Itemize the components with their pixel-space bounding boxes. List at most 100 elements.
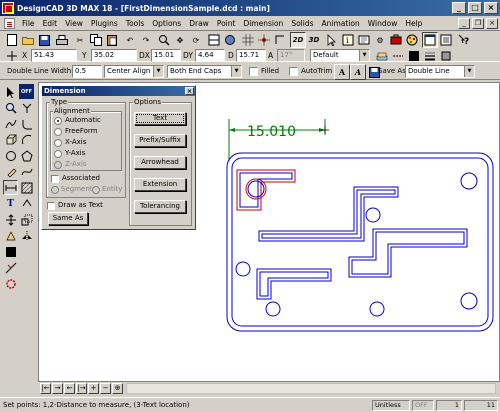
layer-icon[interactable]	[206, 32, 222, 48]
zoom-icon[interactable]	[156, 32, 172, 48]
dialog-title-bar[interactable]: Dimension ×	[42, 86, 195, 96]
gear-tool-icon[interactable]	[3, 276, 18, 291]
pan-icon[interactable]: ✥	[172, 32, 188, 48]
align-dropdown[interactable]: Center Align ▼	[104, 65, 164, 78]
mirror-tool-icon[interactable]	[19, 228, 34, 243]
last-view-button[interactable]: |→	[76, 383, 87, 394]
toolbox-icon[interactable]	[388, 32, 404, 48]
filled-checkbox[interactable]	[249, 67, 258, 76]
radio-y-axis[interactable]	[54, 150, 62, 158]
paste-icon[interactable]	[104, 32, 120, 48]
radio-x-axis[interactable]	[54, 139, 62, 147]
view-list-icon[interactable]	[438, 32, 454, 48]
print-icon[interactable]	[54, 32, 70, 48]
symbol-tool-icon[interactable]	[3, 260, 18, 275]
menu-help[interactable]: Help	[401, 19, 426, 28]
menu-edit[interactable]: Edit	[39, 19, 62, 28]
minimize-button[interactable]: _	[452, 2, 466, 14]
tolerancing-button[interactable]: Tolerancing	[134, 200, 186, 213]
doc-close-button[interactable]: ×	[486, 17, 498, 29]
save-as-dropdown[interactable]: Double Line ▼	[405, 65, 475, 78]
radio-entity[interactable]	[92, 186, 100, 194]
menu-point[interactable]: Point	[213, 19, 240, 28]
box-tool-icon[interactable]	[3, 132, 18, 147]
select-icon[interactable]	[324, 32, 340, 48]
associated-checkbox[interactable]	[51, 175, 59, 183]
radio-freeform[interactable]	[54, 128, 62, 136]
autotrim-checkbox[interactable]	[289, 67, 298, 76]
menu-view[interactable]: View	[61, 19, 87, 28]
fillet-tool-icon[interactable]	[19, 116, 34, 131]
snap-off-icon[interactable]: OFF	[19, 84, 34, 99]
menu-options[interactable]: Options	[148, 19, 185, 28]
ortho-icon[interactable]	[272, 32, 288, 48]
text-style-italic-a-icon[interactable]: A	[350, 64, 366, 80]
maximize-button[interactable]: □	[468, 2, 482, 14]
dimension-entity[interactable]: 15.010	[228, 119, 329, 161]
snap-icon[interactable]	[256, 32, 272, 48]
next-view-button[interactable]: →	[52, 383, 63, 394]
view-options-button[interactable]: ⊕	[112, 383, 123, 394]
save-icon[interactable]	[36, 32, 52, 48]
double-line-width-field[interactable]: 0.5	[72, 65, 102, 78]
chevron-down-icon[interactable]: ▼	[231, 66, 241, 77]
point-tool-icon[interactable]	[19, 100, 34, 115]
remove-view-button[interactable]: −	[100, 383, 111, 394]
app-icon[interactable]	[2, 2, 14, 14]
radio-z-axis[interactable]	[54, 161, 62, 169]
layer-manager-icon[interactable]	[374, 48, 390, 64]
arc-tool-icon[interactable]	[19, 132, 34, 147]
color-icon[interactable]	[406, 48, 422, 64]
open-folder-icon[interactable]	[20, 32, 36, 48]
properties-icon[interactable]	[356, 32, 372, 48]
view-2d-button[interactable]: 2D	[290, 32, 306, 48]
line-tool-icon[interactable]	[3, 116, 18, 131]
prev-view-button[interactable]: ←	[64, 383, 75, 394]
text-button[interactable]: Text	[134, 112, 186, 125]
shade-icon[interactable]	[222, 32, 238, 48]
d-field[interactable]: 15.71	[236, 49, 266, 62]
extension-button[interactable]: Extension	[134, 178, 186, 191]
fill-icon[interactable]	[438, 48, 454, 64]
doc-restore-button[interactable]: ❐	[472, 17, 484, 29]
horizontal-scrollbar[interactable]	[126, 383, 496, 394]
redraw-icon[interactable]: ⟳	[188, 32, 204, 48]
x-field[interactable]: 51.43	[31, 49, 77, 62]
menu-animation[interactable]: Animation	[318, 19, 364, 28]
menu-window[interactable]: Window	[364, 19, 402, 28]
dialog-close-button[interactable]: ×	[185, 87, 194, 95]
menu-plugins[interactable]: Plugins	[87, 19, 122, 28]
same-as-button[interactable]: Same As	[48, 212, 88, 225]
curve-tool-icon[interactable]	[19, 164, 34, 179]
text-style-a-icon[interactable]: A	[334, 64, 350, 80]
chevron-down-icon[interactable]: ▼	[153, 66, 163, 77]
add-view-button[interactable]: +	[88, 383, 99, 394]
set-point-icon[interactable]	[4, 48, 20, 64]
dimension-tool-icon[interactable]	[3, 180, 18, 195]
polygon-tool-icon[interactable]	[19, 148, 34, 163]
view-3d-button[interactable]: 3D	[306, 32, 322, 48]
text-tool-icon[interactable]: T	[3, 196, 18, 211]
chevron-down-icon[interactable]: ▼	[359, 50, 369, 61]
first-view-button[interactable]: |←	[40, 383, 51, 394]
undo-icon[interactable]: ↶	[122, 32, 138, 48]
scale-tool-icon[interactable]	[19, 212, 34, 227]
transform-tool-icon[interactable]	[3, 212, 18, 227]
doc-minimize-button[interactable]: _	[458, 17, 470, 29]
prefix-suffix-button[interactable]: Prefix/Suffix	[134, 134, 186, 147]
window-layout-icon[interactable]	[422, 32, 438, 48]
cut-icon[interactable]: ✂	[72, 32, 88, 48]
arrowhead-button[interactable]: Arrowhead	[134, 156, 186, 169]
grid-icon[interactable]	[240, 32, 256, 48]
caps-dropdown[interactable]: Both End Caps ▼	[167, 65, 242, 78]
circle-tool-icon[interactable]	[3, 148, 18, 163]
radio-segment[interactable]	[51, 186, 59, 194]
copy-icon[interactable]	[88, 32, 104, 48]
menu-file[interactable]: File	[18, 19, 39, 28]
entity-info-icon[interactable]: i	[340, 32, 356, 48]
menu-dimension[interactable]: Dimension	[239, 19, 287, 28]
zoom-tool-icon[interactable]	[3, 100, 18, 115]
chevron-down-icon[interactable]: ▼	[464, 66, 474, 77]
document-icon[interactable]	[4, 17, 15, 29]
dx-field[interactable]: 15.01	[151, 49, 181, 62]
